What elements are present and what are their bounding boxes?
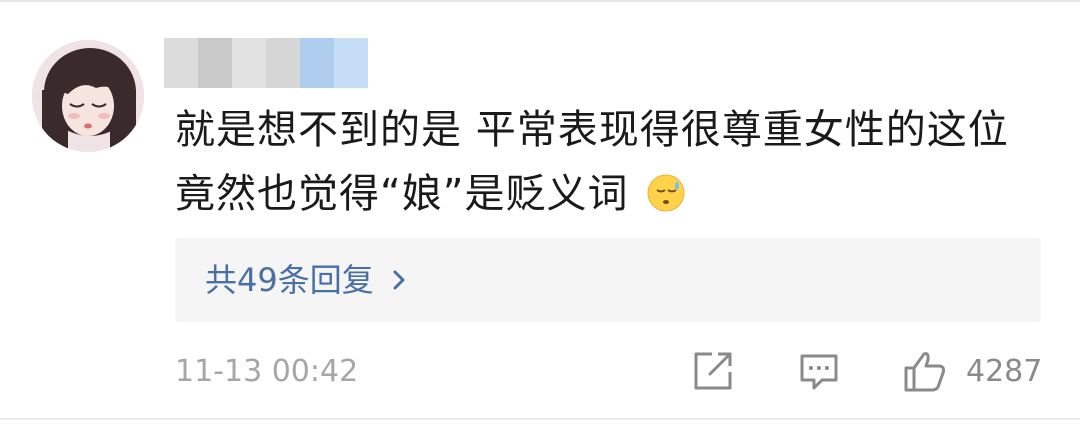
comment-text-line2: 竟然也觉得“娘”是贬义词: [175, 171, 629, 217]
cold-sweat-face-icon: [647, 174, 685, 212]
comment-icon[interactable]: [798, 350, 840, 392]
thumbs-up-icon[interactable]: [902, 350, 948, 392]
replies-panel: 共49条回复: [175, 238, 1041, 322]
comment-timestamp: 11-13 00:42: [175, 354, 359, 389]
comment-text-line1: 就是想不到的是 平常表现得很尊重女性的这位: [175, 107, 1009, 153]
chevron-right-icon: [393, 270, 405, 290]
avatar[interactable]: [32, 40, 144, 152]
share-icon[interactable]: [692, 350, 734, 392]
avatar-image: [32, 40, 144, 152]
username-redacted[interactable]: [164, 38, 368, 88]
view-replies-link[interactable]: 共49条回复: [205, 238, 410, 322]
like-count: 4287: [966, 354, 1043, 389]
view-replies-label: 共49条回复: [205, 261, 374, 299]
bottom-divider: [0, 418, 1080, 420]
comment-text: 就是想不到的是 平常表现得很尊重女性的这位 竟然也觉得“娘”是贬义词: [175, 98, 1055, 226]
top-divider: [0, 0, 1080, 2]
